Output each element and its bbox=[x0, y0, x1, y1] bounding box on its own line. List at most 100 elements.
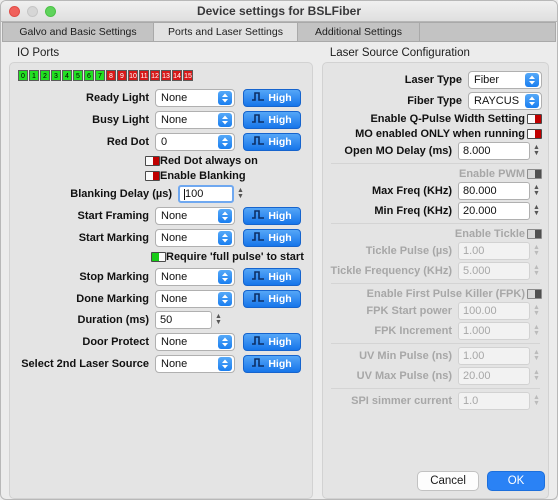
button-start-framing-level[interactable]: High bbox=[243, 206, 301, 225]
select-ready-light[interactable]: None bbox=[155, 88, 235, 107]
led-indicator[interactable]: 3 bbox=[51, 70, 61, 81]
led-indicator[interactable]: 12 bbox=[150, 70, 160, 81]
chevron-updown-icon bbox=[218, 230, 232, 245]
chevron-updown-icon bbox=[218, 356, 232, 371]
toggle-require-full-pulse[interactable] bbox=[151, 251, 166, 262]
label-min-freq: Min Freq (KHz) bbox=[374, 205, 452, 217]
input-open-mo-delay[interactable]: 8.000 bbox=[458, 142, 530, 160]
chevron-down-icon[interactable]: ▼ bbox=[237, 193, 244, 200]
chevron-down-icon: ▼ bbox=[533, 400, 540, 407]
toggle-enable-q-pulse[interactable] bbox=[527, 113, 542, 124]
row-tickle-frequency: Tickle Frequency (KHz) 5.000 ▲ ▼ bbox=[329, 261, 542, 281]
tab-galvo-and-basic-settings[interactable]: Galvo and Basic Settings bbox=[2, 22, 154, 42]
select-laser-type-value: Fiber bbox=[474, 73, 500, 86]
input-blanking-delay[interactable]: 100 bbox=[178, 185, 234, 203]
select-start-marking[interactable]: None bbox=[155, 228, 235, 247]
select-fiber-type[interactable]: RAYCUS bbox=[468, 91, 542, 110]
led-indicator[interactable]: 6 bbox=[84, 70, 94, 81]
value-max-freq: 80.000 bbox=[463, 185, 497, 197]
select-stop-marking[interactable]: None bbox=[155, 267, 235, 286]
select-2nd-laser-source[interactable]: None bbox=[155, 354, 235, 373]
select-ready-light-value: None bbox=[161, 91, 188, 104]
led-indicator[interactable]: 1 bbox=[29, 70, 39, 81]
select-start-marking-value: None bbox=[161, 231, 188, 244]
pulse-wave-icon bbox=[252, 113, 265, 126]
button-select-2nd-laser-source-level[interactable]: High bbox=[243, 354, 301, 373]
select-red-dot[interactable]: 0 bbox=[155, 132, 235, 151]
led-indicator[interactable]: 13 bbox=[161, 70, 171, 81]
button-start-marking-level[interactable]: High bbox=[243, 228, 301, 247]
stepper-open-mo-delay[interactable]: ▲ ▼ bbox=[531, 142, 542, 160]
led-indicator[interactable]: 8 bbox=[106, 70, 116, 81]
value-tickle-pulse: 1.00 bbox=[463, 245, 485, 257]
led-indicator[interactable]: 11 bbox=[139, 70, 149, 81]
toggle-red-dot-always-on[interactable] bbox=[145, 155, 160, 166]
select-done-marking-value: None bbox=[161, 292, 188, 305]
select-busy-light[interactable]: None bbox=[155, 110, 235, 129]
chevron-updown-icon bbox=[218, 291, 232, 306]
value-spi-simmer-current: 1.0 bbox=[463, 395, 479, 407]
button-red-dot-level[interactable]: High bbox=[243, 132, 301, 151]
close-button[interactable] bbox=[9, 5, 20, 17]
button-red-dot-label: High bbox=[268, 135, 292, 148]
button-ready-light-level[interactable]: High bbox=[243, 88, 301, 107]
device-settings-window: Device settings for BSLFiber Galvo and B… bbox=[0, 0, 558, 500]
select-laser-type[interactable]: Fiber bbox=[468, 70, 542, 89]
tab-ports-and-laser-settings[interactable]: Ports and Laser Settings bbox=[154, 22, 298, 42]
led-indicator[interactable]: 0 bbox=[18, 70, 28, 81]
led-indicator[interactable]: 2 bbox=[40, 70, 50, 81]
button-busy-light-level[interactable]: High bbox=[243, 110, 301, 129]
pulse-wave-icon bbox=[252, 292, 265, 305]
tab-additional-settings[interactable]: Additional Settings bbox=[298, 22, 420, 42]
input-duration[interactable]: 50 bbox=[155, 311, 212, 329]
window-title: Device settings for BSLFiber bbox=[196, 4, 362, 18]
button-ready-light-label: High bbox=[268, 91, 292, 104]
toggle-enable-blanking[interactable] bbox=[145, 170, 160, 181]
divider bbox=[330, 223, 540, 224]
row-fpk-increment: FPK Increment 1.000 ▲ ▼ bbox=[329, 321, 542, 341]
led-indicator[interactable]: 4 bbox=[62, 70, 72, 81]
value-fpk-increment: 1.000 bbox=[463, 325, 491, 337]
chevron-down-icon[interactable]: ▼ bbox=[533, 190, 540, 197]
chevron-down-icon[interactable]: ▼ bbox=[533, 210, 540, 217]
stepper-blanking-delay[interactable]: ▲ ▼ bbox=[235, 185, 246, 203]
input-max-freq[interactable]: 80.000 bbox=[458, 182, 530, 200]
select-done-marking[interactable]: None bbox=[155, 289, 235, 308]
label-open-mo-delay: Open MO Delay (ms) bbox=[344, 145, 452, 157]
toggle-mo-enabled-only[interactable] bbox=[527, 128, 542, 139]
select-door-protect[interactable]: None bbox=[155, 332, 235, 351]
button-busy-light-label: High bbox=[268, 113, 292, 126]
button-stop-marking-label: High bbox=[268, 270, 292, 283]
led-indicator[interactable]: 10 bbox=[128, 70, 138, 81]
button-stop-marking-level[interactable]: High bbox=[243, 267, 301, 286]
minimize-button[interactable] bbox=[27, 5, 38, 17]
label-spi-simmer-current: SPI simmer current bbox=[351, 395, 452, 407]
chevron-down-icon[interactable]: ▼ bbox=[215, 319, 222, 326]
led-indicator[interactable]: 14 bbox=[172, 70, 182, 81]
row-start-marking: Start Marking None High bbox=[17, 227, 305, 248]
stepper-max-freq[interactable]: ▲ ▼ bbox=[531, 182, 542, 200]
zoom-button[interactable] bbox=[45, 5, 56, 17]
button-done-marking-level[interactable]: High bbox=[243, 289, 301, 308]
pulse-wave-icon bbox=[252, 357, 265, 370]
led-indicator[interactable]: 15 bbox=[183, 70, 193, 81]
divider bbox=[330, 163, 540, 164]
io-port-led-strip: 0 1 2 3 4 5 6 7 8 9 10 11 12 13 14 15 bbox=[18, 70, 305, 81]
stepper-tickle-frequency: ▲ ▼ bbox=[531, 262, 542, 280]
chevron-down-icon[interactable]: ▼ bbox=[533, 150, 540, 157]
row-red-dot-always-on: Red Dot always on bbox=[145, 153, 305, 168]
cancel-button[interactable]: Cancel bbox=[417, 471, 479, 491]
select-start-framing[interactable]: None bbox=[155, 206, 235, 225]
label-door-protect: Door Protect bbox=[82, 335, 149, 348]
led-indicator[interactable]: 5 bbox=[73, 70, 83, 81]
button-door-protect-level[interactable]: High bbox=[243, 332, 301, 351]
led-indicator[interactable]: 9 bbox=[117, 70, 127, 81]
stepper-duration[interactable]: ▲ ▼ bbox=[213, 311, 224, 329]
settings-content: IO Ports 0 1 2 3 4 5 6 7 8 9 10 11 12 13… bbox=[1, 42, 557, 499]
row-busy-light: Busy Light None High bbox=[17, 109, 305, 130]
led-indicator[interactable]: 7 bbox=[95, 70, 105, 81]
stepper-min-freq[interactable]: ▲ ▼ bbox=[531, 202, 542, 220]
value-duration: 50 bbox=[160, 314, 173, 326]
input-min-freq[interactable]: 20.000 bbox=[458, 202, 530, 220]
ok-button[interactable]: OK bbox=[487, 471, 545, 491]
